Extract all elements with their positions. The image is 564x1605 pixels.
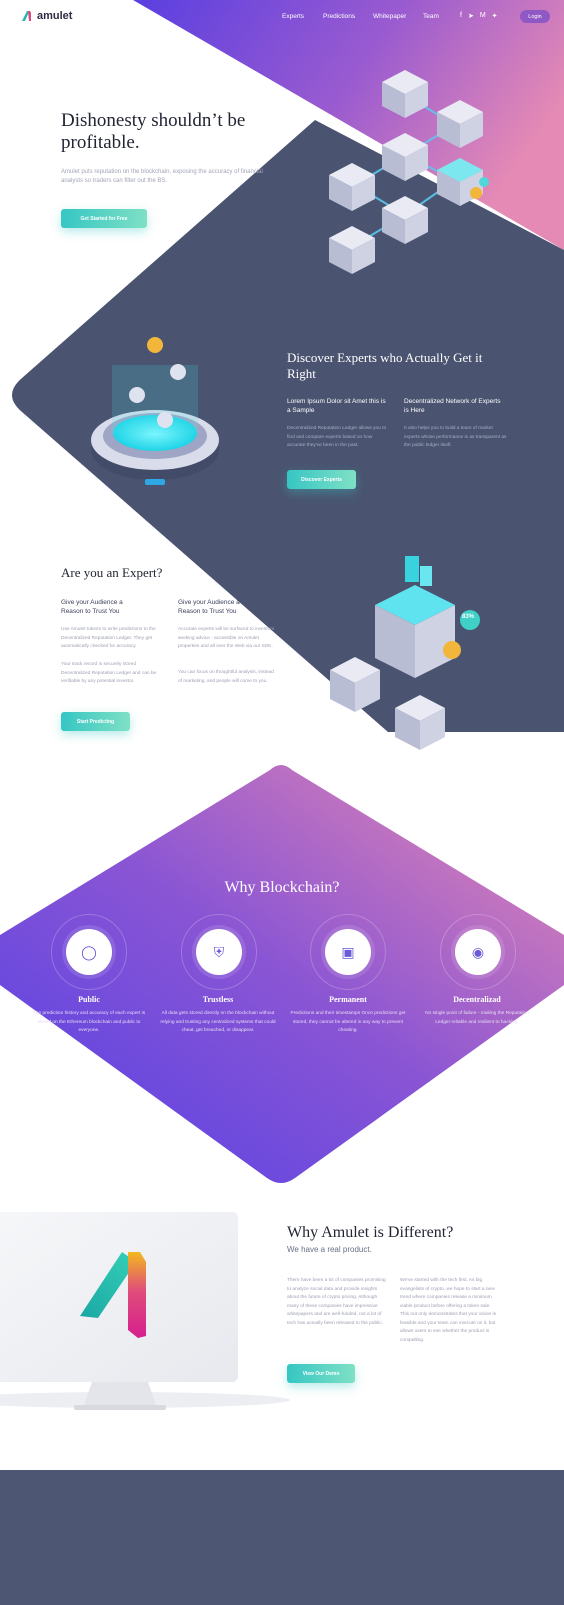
globe-icon: ◯ <box>66 929 112 975</box>
feature-public-text: The prediction history and accuracy of e… <box>32 1011 146 1033</box>
feature-trustless: ⛨ <box>181 914 257 990</box>
different-col2-text: We've started with the tech first. As bi… <box>400 1278 496 1343</box>
hero-lead: Amulet puts reputation on the blockchain… <box>61 169 263 184</box>
feature-decentralized: ◉ <box>440 914 516 990</box>
power-icon: ◉ <box>455 929 501 975</box>
feature-permanent-title: Permanent <box>329 995 367 1004</box>
discover-title: Discover Experts who Actually Get it Rig… <box>287 350 483 381</box>
expert-col2-text1: Accurate experts will be surfaced to inv… <box>178 627 275 649</box>
feature-decentralized-title: Decentralizad <box>453 995 501 1004</box>
login-button[interactable]: Login <box>520 10 550 23</box>
discover-col2-text: It also helps you to build a team of mar… <box>404 426 507 448</box>
feature-public: ◯ <box>51 914 127 990</box>
discover-col1-text: Decentralized Reputation Ledger allows y… <box>287 426 387 448</box>
nav-experts[interactable]: Experts <box>282 13 304 20</box>
feature-permanent: ▣ <box>310 914 386 990</box>
feature-public-title: Public <box>78 995 100 1004</box>
different-title: Why Amulet is Different? <box>287 1224 454 1241</box>
hero-title: Dishonesty shouldn’t be profitable. <box>61 110 246 153</box>
nav-team[interactable]: Team <box>423 13 439 20</box>
accuracy-badge: 83% <box>462 614 475 620</box>
shield-icon: ⛨ <box>196 929 242 975</box>
nav-predictions[interactable]: Predictions <box>323 13 355 20</box>
expert-title: Are you an Expert? <box>61 565 163 580</box>
brand-logo[interactable]: amulet <box>22 10 72 22</box>
different-col1-text: There have been a lot of companies promi… <box>287 1278 386 1326</box>
nav-whitepaper[interactable]: Whitepaper <box>373 13 406 20</box>
different-subtitle: We have a real product. <box>287 1245 372 1254</box>
facebook-icon[interactable]: f <box>460 12 462 20</box>
medium-icon[interactable]: M <box>480 12 486 20</box>
expert-col1-text1: Use Amulet tokens to write predictions t… <box>61 627 156 649</box>
amulet-logo-icon <box>22 11 31 21</box>
feature-permanent-text: Predictions and their timestamps Once pr… <box>290 1011 406 1033</box>
expert-col2-title: Give your Audience a Reason to Trust You <box>178 599 240 615</box>
expert-col1-text2: Your track record is securely stored Dec… <box>61 662 157 684</box>
monitor-illustration <box>0 1212 290 1410</box>
footer <box>0 1470 564 1605</box>
feature-decentralized-text: No single point of failure - making the … <box>425 1011 529 1025</box>
expert-col2-text2: You can focus on thoughtful analysis, in… <box>178 670 274 684</box>
telegram-icon[interactable]: ➤ <box>468 12 474 20</box>
why-blockchain-title: Why Blockchain? <box>224 879 340 896</box>
brand-name: amulet <box>37 10 73 22</box>
discover-experts-button[interactable]: Discover Experts <box>287 470 356 489</box>
view-demo-button[interactable]: View Our Demo <box>287 1364 355 1383</box>
discover-col2-title: Decentralized Network of Experts is Here <box>404 398 501 414</box>
get-started-button[interactable]: Get Started for Free <box>61 209 147 228</box>
feature-trustless-title: Trustless <box>202 995 234 1004</box>
expert-col1-title: Give your Audience a Reason to Trust You <box>61 599 123 615</box>
start-predicting-button[interactable]: Start Predicting <box>61 712 130 731</box>
lock-icon: ▣ <box>325 929 371 975</box>
feature-trustless-text: All data gets stored directly on the blo… <box>160 1011 276 1033</box>
social-links: f ➤ M ✦ <box>460 12 498 20</box>
discover-col1-title: Lorem Ipsum Dolor sit Amet this is a Sam… <box>287 398 386 414</box>
twitter-icon[interactable]: ✦ <box>492 12 498 20</box>
background-shapes <box>0 0 564 1410</box>
